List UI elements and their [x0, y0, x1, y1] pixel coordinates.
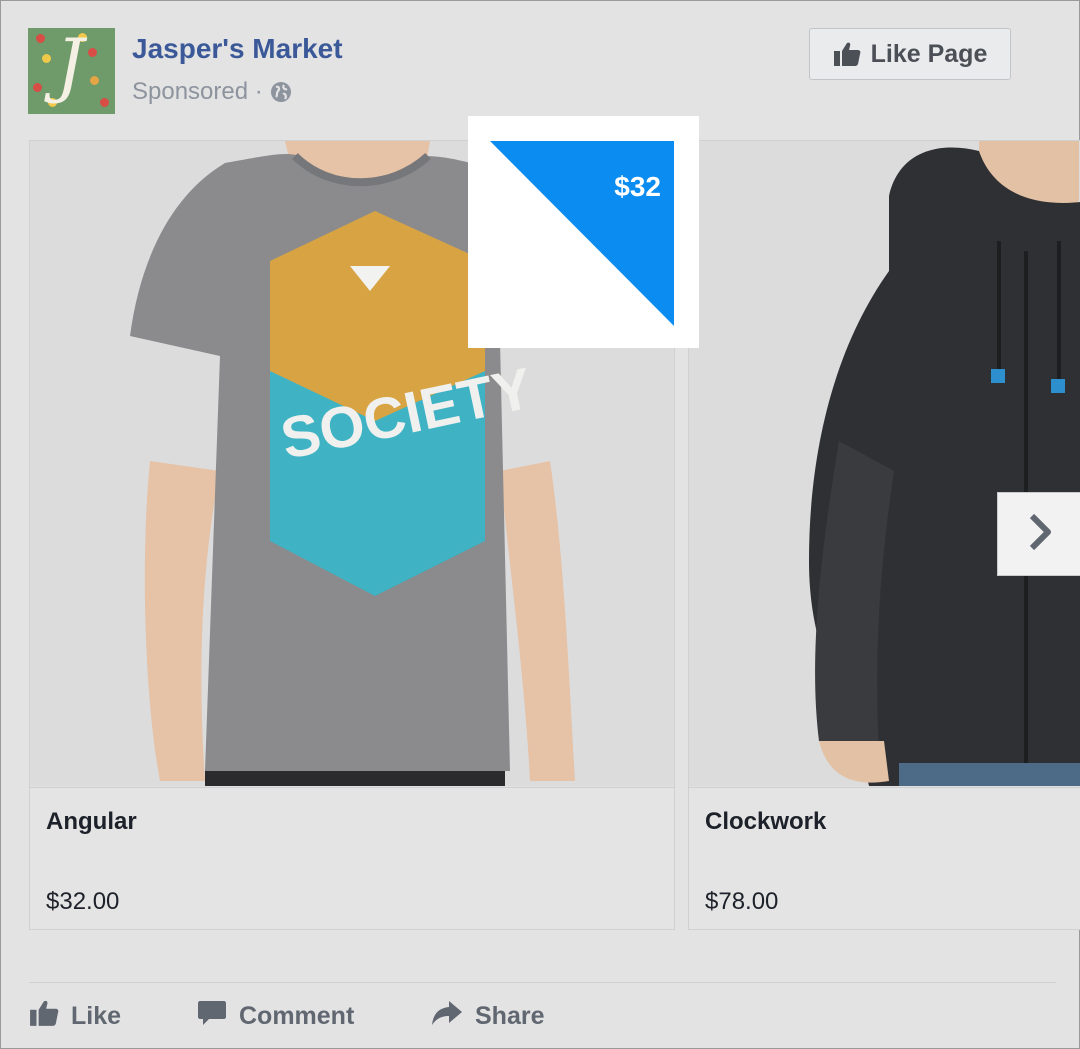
avatar-letter: J [56, 28, 85, 106]
share-icon [431, 999, 463, 1034]
page-name-link[interactable]: Jasper's Market [132, 33, 343, 65]
product-image-hoodie[interactable] [689, 141, 1080, 786]
comment-label: Comment [239, 1002, 355, 1030]
share-button[interactable]: Share [431, 999, 544, 1034]
actions-divider [29, 982, 1056, 983]
product-info: Clockwork $78.00 [689, 787, 1080, 929]
like-label: Like [71, 1002, 122, 1030]
price-tag-badge: $32 [468, 116, 699, 348]
sponsored-label: Sponsored · [132, 78, 292, 106]
carousel-next-button[interactable] [997, 492, 1080, 576]
like-page-label: Like Page [870, 39, 988, 68]
chevron-right-icon [1024, 512, 1054, 557]
share-label: Share [475, 1002, 545, 1030]
thumbs-up-icon [833, 41, 861, 67]
comment-icon [197, 999, 227, 1034]
ad-post: J Jasper's Market Sponsored · Like Page [0, 0, 1080, 1049]
product-name: Clockwork [705, 808, 827, 835]
product-name: Angular [46, 808, 137, 835]
product-price: $78.00 [705, 888, 779, 915]
price-tag-text: $32 [614, 171, 661, 202]
globe-icon [270, 81, 292, 103]
like-button[interactable]: Like [29, 999, 121, 1034]
thumbs-up-icon [29, 999, 59, 1034]
product-info: Angular $32.00 [30, 787, 674, 929]
page-avatar[interactable]: J [28, 28, 115, 114]
sponsored-text: Sponsored · [132, 78, 263, 105]
comment-button[interactable]: Comment [197, 999, 354, 1034]
like-page-button[interactable]: Like Page [809, 28, 1011, 80]
product-price: $32.00 [46, 888, 120, 915]
